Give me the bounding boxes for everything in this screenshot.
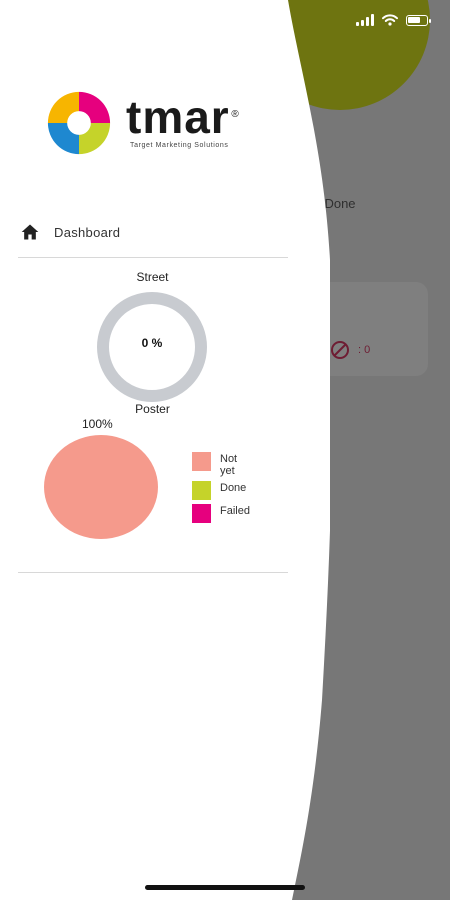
status-bar	[356, 14, 431, 26]
logo-mark-icon	[47, 91, 111, 155]
street-chart-title: Street	[136, 270, 169, 284]
registered-mark: ®	[231, 108, 240, 120]
poster-pie-chart	[44, 435, 158, 539]
divider	[18, 257, 288, 258]
battery-icon	[406, 14, 431, 26]
home-icon	[21, 224, 39, 240]
tmar-logo: tmar ® Target Marketing Solutions	[42, 86, 240, 160]
legend-label: Done	[220, 482, 247, 494]
legend-item-done: Done	[192, 481, 250, 500]
poster-chart-title: Poster	[135, 402, 170, 416]
legend-label: Not yet	[220, 453, 238, 477]
street-percent-label: 0 %	[141, 336, 163, 350]
poster-legend: Not yet Done Failed	[192, 452, 250, 527]
legend-swatch-done	[192, 481, 211, 500]
nav-item-dashboard[interactable]: Dashboard	[20, 222, 120, 242]
home-indicator	[145, 885, 305, 890]
wifi-icon	[382, 14, 398, 26]
legend-item-not-yet: Not yet	[192, 452, 250, 477]
logo-wordmark: tmar ®	[126, 90, 240, 143]
legend-label: Failed	[220, 505, 250, 517]
legend-item-failed: Failed	[192, 504, 250, 523]
logo-tagline: Target Marketing Solutions	[130, 141, 229, 149]
legend-swatch-not-yet	[192, 452, 211, 471]
divider	[18, 572, 288, 573]
prohibited-icon	[331, 341, 349, 359]
background-failed-count: : 0	[358, 344, 371, 356]
pie-slice-not-yet	[44, 435, 158, 539]
legend-swatch-failed	[192, 504, 211, 523]
navigation-drawer: tmar ® Target Marketing Solutions Dashboa…	[0, 0, 330, 900]
signal-icon	[356, 14, 374, 26]
nav-item-label: Dashboard	[54, 224, 121, 240]
poster-pie-data-label: 100%	[82, 417, 113, 431]
